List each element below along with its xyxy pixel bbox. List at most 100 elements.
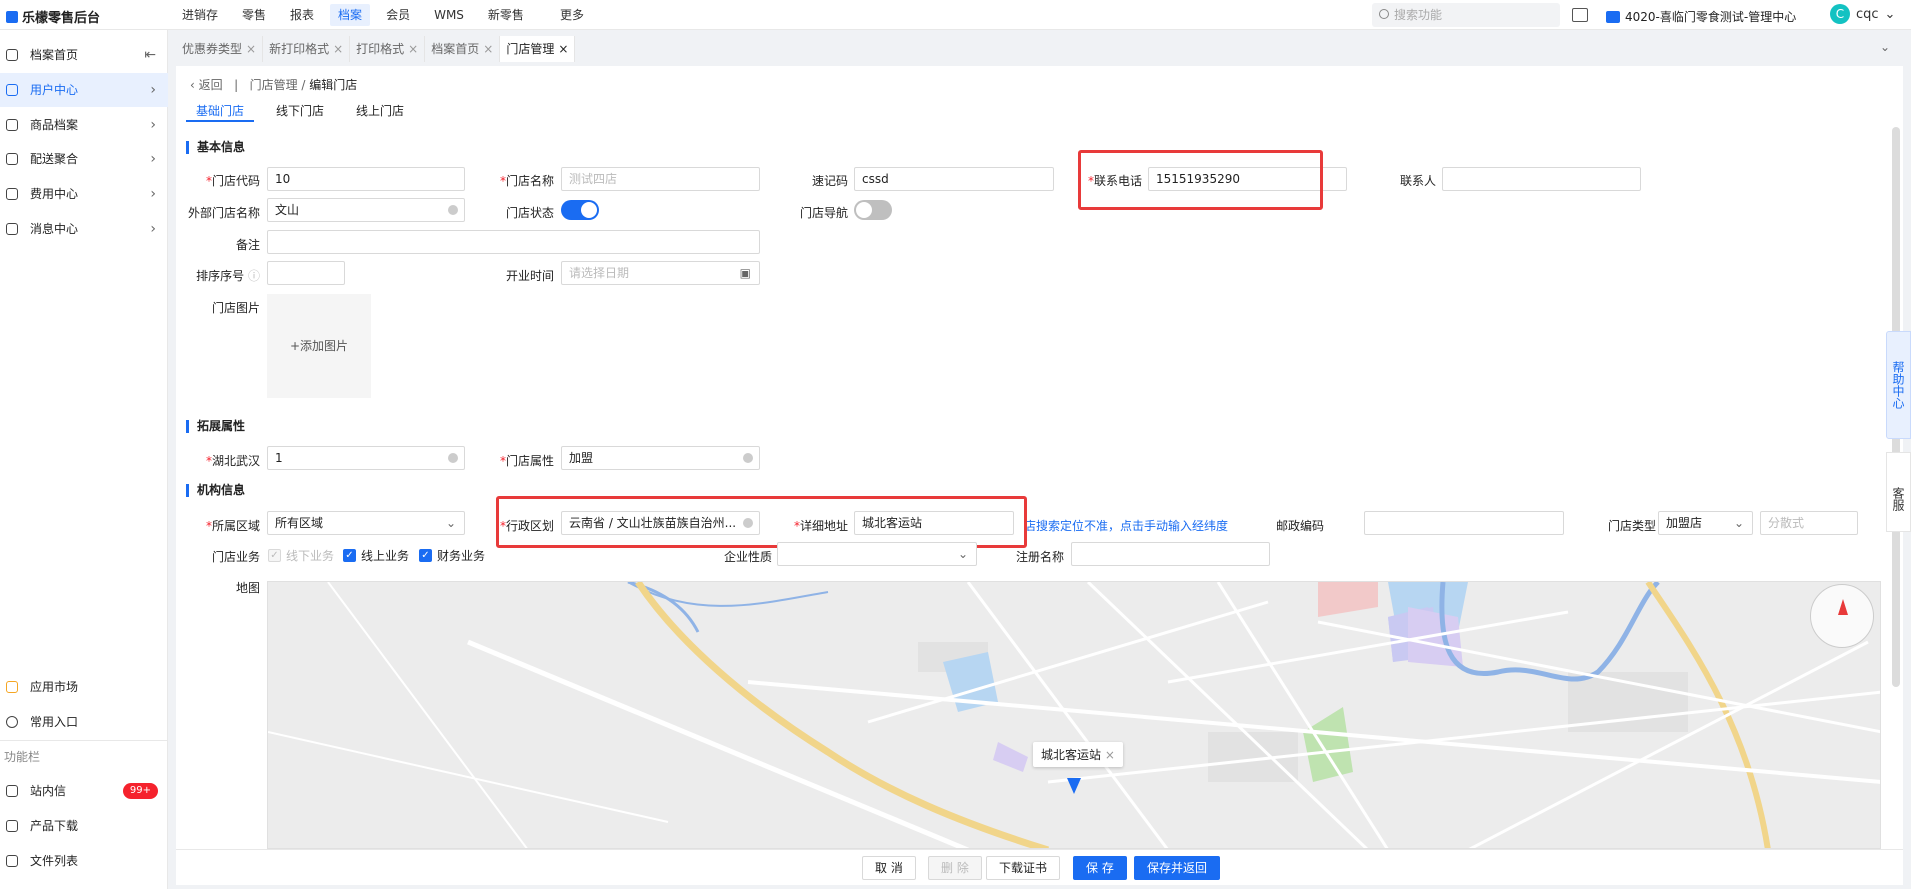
nav-item[interactable]: 零售 (230, 0, 278, 30)
store-type-extra-input[interactable]: 分散式 (1760, 511, 1858, 535)
quick-code-input[interactable]: cssd (854, 167, 1054, 191)
store-status-toggle[interactable] (561, 200, 599, 220)
sidebar-item-download[interactable]: 产品下载 (0, 809, 168, 843)
unread-badge: 99+ (122, 783, 158, 799)
sidebar-item-app-market[interactable]: 应用市场 (0, 670, 168, 704)
back-link[interactable]: ‹ 返回 (190, 78, 223, 92)
sort-label: 排序序号 ⓘ (196, 269, 260, 283)
nav-item[interactable]: 会员 (374, 0, 422, 30)
close-icon[interactable]: × (408, 42, 418, 56)
search-input[interactable]: 搜索功能 (1372, 3, 1560, 27)
sidebar-item-files[interactable]: 文件列表 (0, 844, 168, 878)
map-marker-label[interactable]: 城北客运站 × (1033, 742, 1123, 767)
sidebar-item-message[interactable]: 消息中心 › (0, 212, 168, 246)
clear-icon[interactable] (743, 453, 753, 463)
close-icon[interactable]: × (1105, 748, 1115, 762)
app-title: 乐檬零售后台 (22, 11, 101, 26)
hubei-input[interactable]: 1 (267, 446, 465, 470)
org-switcher[interactable]: 4020-喜临门零食测试-管理中心 (1606, 8, 1796, 25)
subtab-basic[interactable]: 基础门店 (186, 100, 255, 122)
customer-service-button[interactable]: 客服 (1886, 452, 1911, 532)
tab-print[interactable]: 打印格式 × (350, 36, 426, 62)
postcode-label: 邮政编码 (1275, 519, 1324, 533)
search-icon (1379, 9, 1389, 19)
section-label: 功能栏 (4, 750, 41, 764)
sidebar-item-favorites[interactable]: 常用入口 (0, 705, 168, 739)
save-and-return-button[interactable]: 保存并返回 (1134, 856, 1221, 880)
area-select[interactable]: 所有区域 ⌄ (267, 511, 465, 535)
close-icon[interactable]: × (333, 42, 343, 56)
chevron-down-icon[interactable]: ⌄ (1880, 40, 1890, 54)
region-address-highlight (496, 496, 1027, 548)
sidebar-item-inbox[interactable]: 站内信 99+ (0, 774, 168, 808)
phone-highlight (1078, 150, 1323, 210)
close-icon[interactable]: × (558, 42, 568, 56)
clear-icon[interactable] (448, 205, 458, 215)
top-bar: 乐檬零售后台 进销存 零售 报表 档案 会员 WMS 新零售 更多 ▾ 搜索功能… (0, 0, 1911, 52)
sidebar: 档案首页 ⇤ 用户中心 › 商品档案 › 配送聚合 › 费用中心 › 消息中心 … (0, 30, 168, 889)
open-time-picker[interactable]: 请选择日期 ▣ (561, 261, 760, 285)
reg-name-input[interactable] (1071, 542, 1270, 566)
clear-icon[interactable] (448, 453, 458, 463)
store-attr-select[interactable]: 加盟 (561, 446, 760, 470)
sidebar-item-cost[interactable]: 费用中心 › (0, 177, 168, 211)
subtab-online[interactable]: 线上门店 (346, 100, 414, 122)
company-nature-label: 企业性质 (723, 550, 772, 564)
sort-input[interactable] (267, 261, 345, 285)
nav-item[interactable]: 进销存 (170, 0, 230, 30)
ext-name-input[interactable]: 文山 (267, 198, 465, 222)
save-button[interactable]: 保 存 (1073, 856, 1127, 880)
app-market-icon (6, 681, 18, 693)
offline-business-checkbox[interactable]: ✓ 线下业务 (268, 547, 334, 564)
sidebar-item-delivery[interactable]: 配送聚合 › (0, 142, 168, 176)
cost-icon (6, 188, 18, 200)
download-cert-button[interactable]: 下载证书 (986, 856, 1061, 880)
sidebar-item-archive-home[interactable]: 档案首页 ⇤ (0, 38, 168, 72)
action-footer: 取 消 删 除 下载证书 保 存 保存并返回 (176, 849, 1903, 885)
nav-item-more[interactable]: 更多 ▾ (536, 0, 608, 52)
printer-icon[interactable] (1572, 8, 1588, 22)
tab-new-print[interactable]: 新打印格式 × (263, 36, 351, 62)
remark-input[interactable] (267, 230, 760, 254)
contact-input[interactable] (1442, 167, 1641, 191)
collapse-icon[interactable]: ⇤ (144, 38, 156, 72)
map-pin-icon[interactable] (1067, 778, 1081, 794)
home-icon (6, 49, 18, 61)
manual-coordinate-link[interactable]: 店搜索定位不准，点击手动输入经纬度 (1024, 517, 1228, 534)
finance-business-checkbox[interactable]: ✓ 财务业务 (419, 547, 485, 564)
store-nav-toggle[interactable] (854, 200, 892, 220)
logo-icon (6, 10, 18, 23)
online-business-checkbox[interactable]: ✓ 线上业务 (343, 547, 409, 564)
cancel-button[interactable]: 取 消 (862, 856, 916, 880)
nav-item[interactable]: 报表 (278, 0, 326, 30)
user-menu[interactable]: C cqc ⌄ (1830, 4, 1895, 24)
store-type-select[interactable]: 加盟店 ⌄ (1658, 511, 1753, 535)
checkbox-box: ✓ (268, 549, 281, 562)
app-logo[interactable]: 乐檬零售后台 (6, 7, 100, 26)
help-center-button[interactable]: 帮助中心 (1886, 331, 1911, 439)
open-time-label: 开业时间 (505, 269, 554, 283)
reg-name-label: 注册名称 (1015, 550, 1064, 564)
close-icon[interactable]: × (483, 42, 493, 56)
compass-icon[interactable] (1810, 584, 1874, 648)
tab-archive-home[interactable]: 档案首页 × (425, 36, 501, 62)
close-icon[interactable]: × (246, 42, 256, 56)
breadcrumb-parent[interactable]: 门店管理 (250, 78, 298, 92)
store-name-input[interactable]: 测试四店 (561, 167, 760, 191)
chevron-right-icon: › (150, 117, 156, 133)
sidebar-item-goods[interactable]: 商品档案 › (0, 108, 168, 142)
postcode-input[interactable] (1364, 511, 1564, 535)
delivery-icon (6, 153, 18, 165)
subtab-offline[interactable]: 线下门店 (266, 100, 334, 122)
nav-item[interactable]: 新零售 (476, 0, 536, 30)
store-code-input[interactable]: 10 (267, 167, 465, 191)
tab-store-manage[interactable]: 门店管理 × (500, 36, 576, 62)
nav-item[interactable]: WMS (422, 0, 476, 30)
sidebar-item-user-center[interactable]: 用户中心 › (0, 73, 168, 107)
company-nature-select[interactable]: ⌄ (777, 542, 977, 566)
add-image-button[interactable]: +添加图片 (267, 294, 371, 398)
nav-item-active[interactable]: 档案 (330, 4, 371, 26)
map-view[interactable]: 城北客运站 × (267, 581, 1881, 849)
tab-coupon-type[interactable]: 优惠券类型 × (176, 36, 264, 62)
delete-button[interactable]: 删 除 (928, 856, 982, 880)
